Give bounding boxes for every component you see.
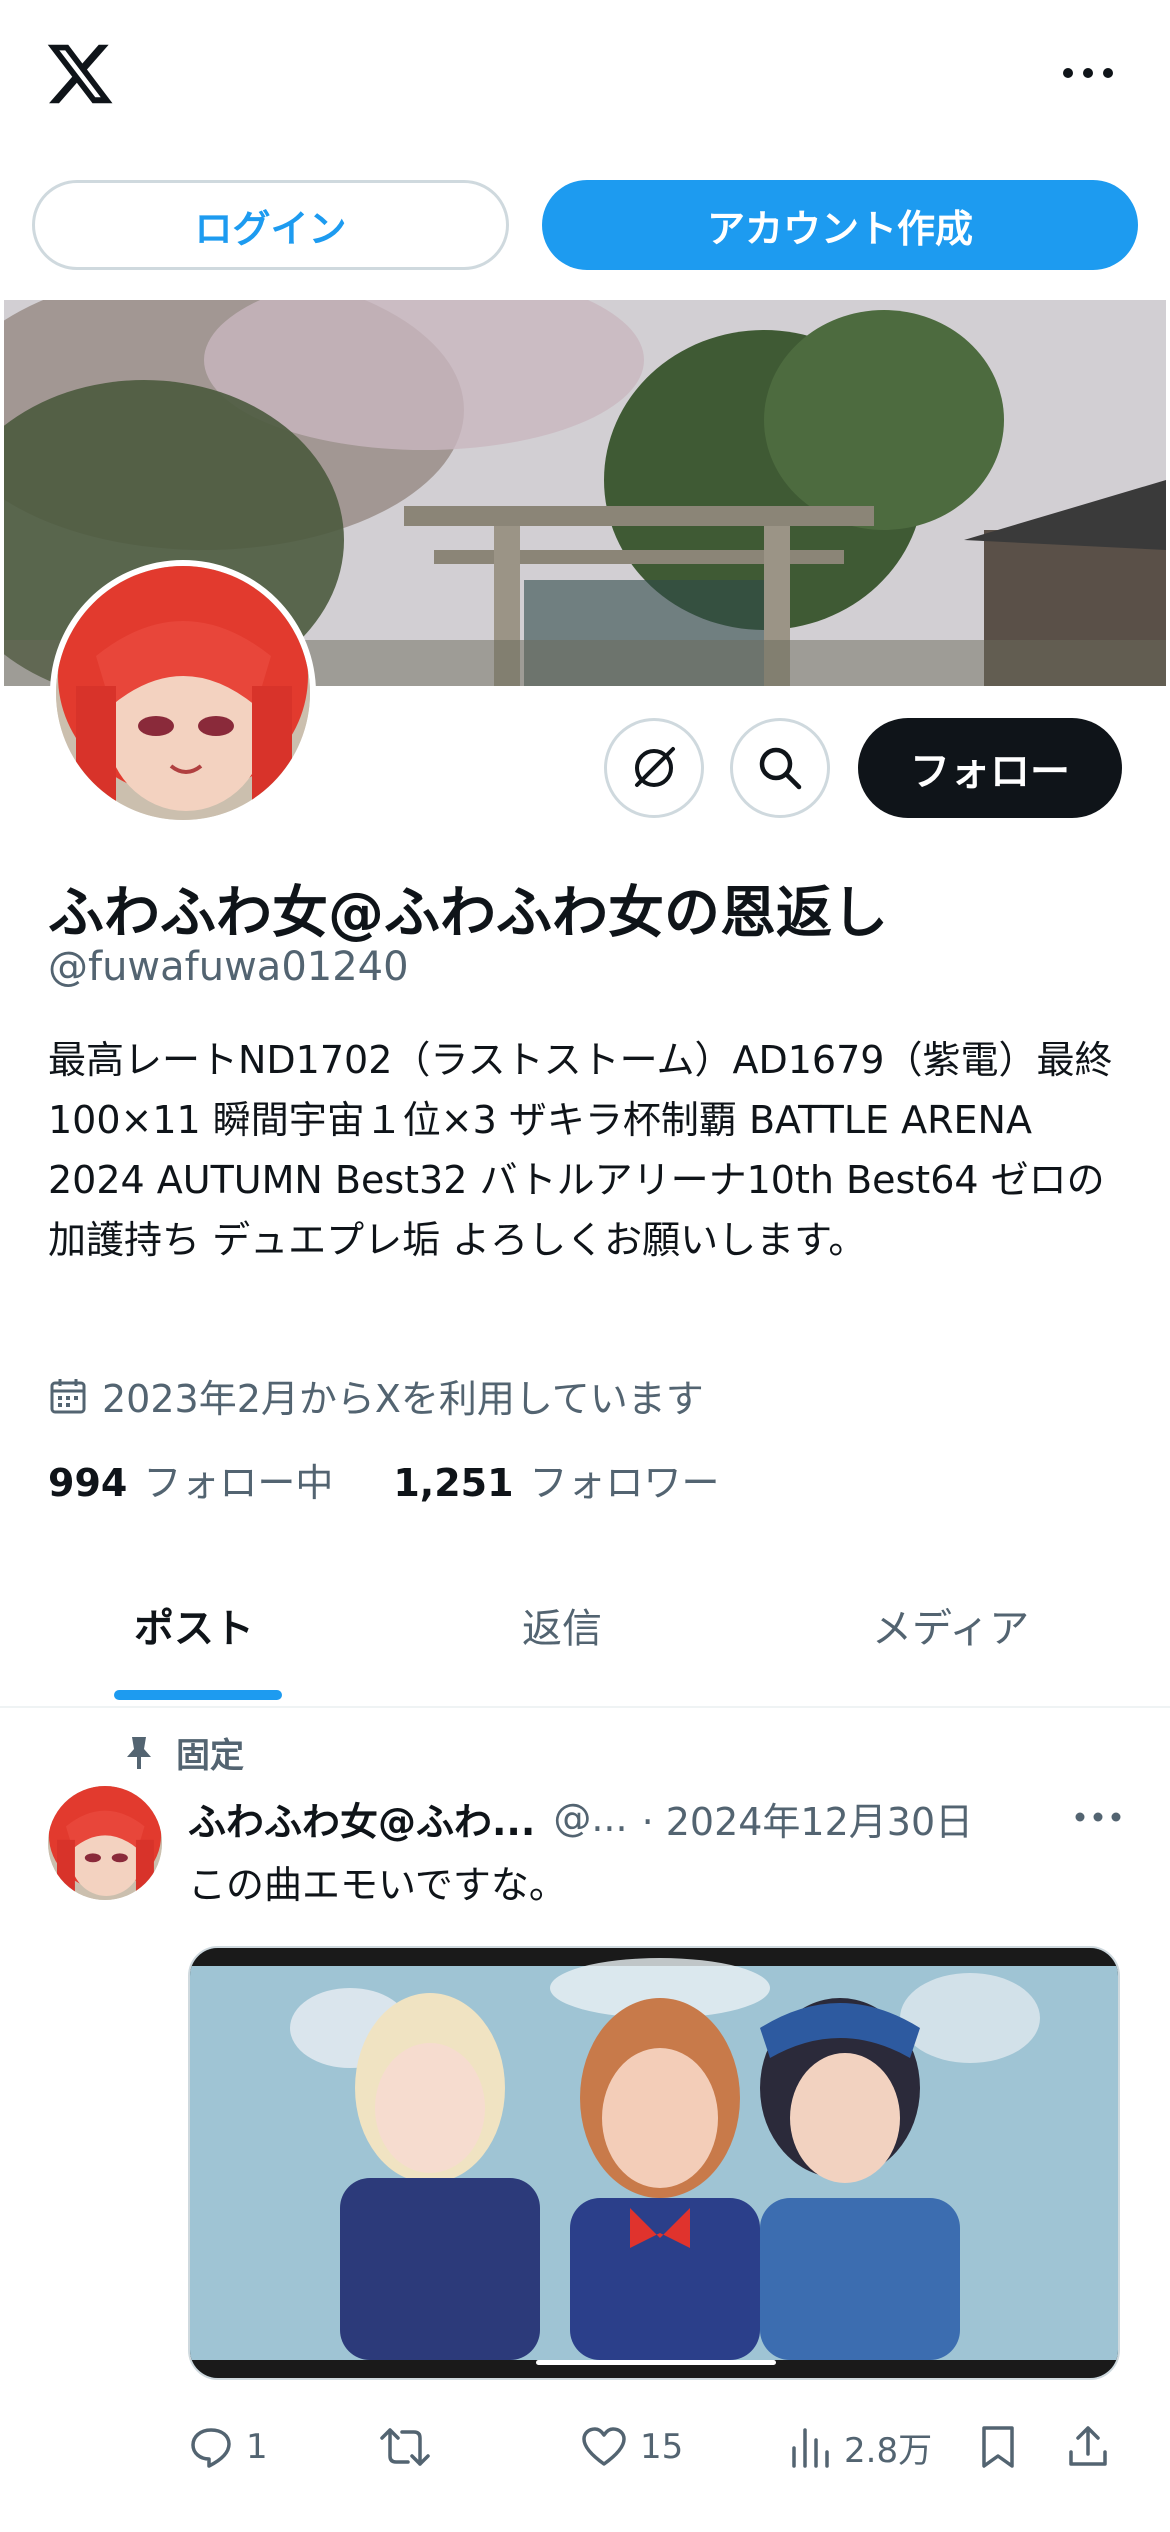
following-count: 994 (48, 1461, 128, 1505)
views-icon (792, 2428, 829, 2468)
follow-button[interactable]: フォロー (858, 718, 1122, 818)
share-button[interactable] (1066, 2412, 1122, 2482)
pinned-indicator: 固定 (124, 1728, 244, 1777)
post-avatar-image (48, 1786, 162, 1900)
grok-button[interactable] (604, 718, 704, 818)
heart-icon (582, 2427, 626, 2466)
display-name: ふわふわ女@ふわふわ女の恩返し (48, 881, 888, 946)
media-progress-bar (536, 2360, 776, 2365)
auth-buttons: ログイン アカウント作成 (32, 180, 1138, 270)
profile-bio: 最高レートND1702（ラストストーム）AD1679（紫電）最終100×11 瞬… (48, 1038, 1113, 1262)
post-actions: 1 15 2.8万 (188, 2412, 1128, 2482)
more-horizontal-icon[interactable] (1072, 1802, 1124, 1832)
post-author-name[interactable]: ふわふわ女@ふわ... (188, 1791, 535, 1846)
profile-tabs: ポスト 返信 メディア (0, 1560, 1170, 1708)
media-image (190, 1948, 1118, 2378)
username: @fuwafuwa01240 (48, 944, 409, 990)
bookmark-button[interactable] (978, 2412, 1030, 2482)
profile-avatar[interactable] (50, 560, 316, 826)
x-logo-icon[interactable] (44, 38, 116, 110)
post-text: この曲エモいですな。 (188, 1863, 567, 1907)
repost-icon (380, 2428, 430, 2466)
search-button[interactable] (730, 718, 830, 818)
following-label: フォロー中 (143, 1461, 334, 1505)
tab-media[interactable]: メディア (872, 1596, 1029, 1654)
reply-icon (191, 2428, 231, 2468)
followers-link[interactable]: 1,251 フォロワー (393, 1452, 719, 1507)
like-count: 15 (640, 2427, 684, 2467)
following-link[interactable]: 994 フォロー中 (48, 1452, 333, 1507)
tab-replies[interactable]: 返信 (522, 1596, 602, 1654)
post-media[interactable] (188, 1946, 1120, 2380)
avatar-image (56, 566, 310, 820)
active-tab-indicator (114, 1690, 282, 1700)
tab-posts[interactable]: ポスト (134, 1596, 254, 1654)
join-date: 2023年2月からXを利用しています (48, 1368, 704, 1423)
share-icon (1069, 2426, 1107, 2466)
followers-count: 1,251 (393, 1461, 514, 1505)
create-account-button[interactable]: アカウント作成 (542, 180, 1138, 270)
views-button[interactable]: 2.8万 (788, 2412, 932, 2482)
follow-stats: 994 フォロー中 1,251 フォロワー (48, 1452, 720, 1507)
repost-button[interactable] (378, 2412, 444, 2482)
pinned-label: 固定 (176, 1736, 244, 1776)
post-author-handle[interactable]: @... (553, 1796, 627, 1840)
login-button[interactable]: ログイン (32, 180, 509, 270)
pin-icon (127, 1736, 151, 1769)
reply-count: 1 (246, 2427, 268, 2467)
post-header: ふわふわ女@ふわ... @... · 2024年12月30日 (188, 1790, 1128, 1846)
post-author-avatar[interactable] (48, 1786, 162, 1900)
join-date-text: 2023年2月からXを利用しています (102, 1377, 704, 1421)
followers-label: フォロワー (529, 1461, 720, 1505)
like-button[interactable]: 15 (580, 2412, 683, 2482)
search-icon (759, 747, 802, 790)
top-bar (0, 0, 1170, 160)
calendar-icon (50, 1378, 86, 1413)
reply-button[interactable]: 1 (188, 2412, 268, 2482)
grok-icon (635, 747, 675, 787)
post-date[interactable]: · 2024年12月30日 (642, 1791, 974, 1846)
views-count: 2.8万 (844, 2430, 933, 2471)
bookmark-icon (982, 2426, 1014, 2468)
more-horizontal-icon[interactable] (1058, 58, 1118, 88)
